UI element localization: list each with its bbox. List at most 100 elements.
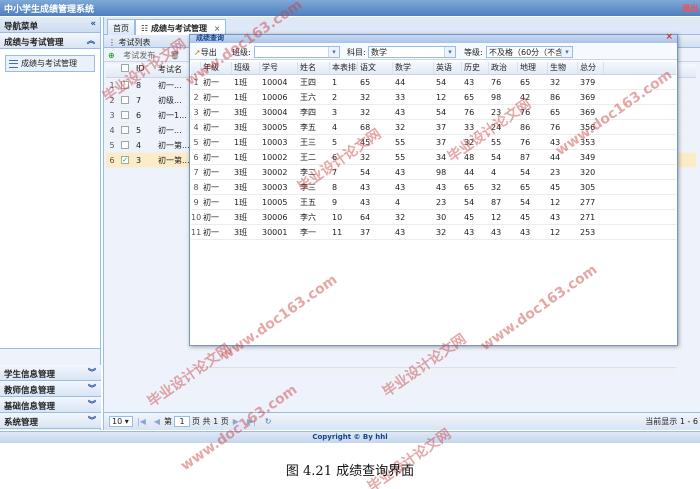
column-header[interactable]: 班级 <box>232 62 260 74</box>
table-cell: 9 <box>332 197 338 207</box>
table-cell: 李六 <box>300 212 316 222</box>
column-header[interactable]: 英语 <box>434 62 462 74</box>
chevron-down-icon[interactable]: ▾ <box>444 47 455 57</box>
page-info: 当前显示 1 - 6 <box>645 417 698 426</box>
chevron-down-icon[interactable]: ︾ <box>88 399 96 410</box>
table-cell: 379 <box>580 77 596 87</box>
dialog-titlebar[interactable]: 成绩查询 × <box>190 32 677 43</box>
tab-home[interactable]: 首页 <box>107 19 135 35</box>
table-cell: 李五 <box>300 122 316 132</box>
column-header[interactable]: 姓名 <box>298 62 330 74</box>
table-row[interactable]: 3 初一 3班 30004 李四 3 32 43 54 76 23 76 65 369 <box>191 105 676 120</box>
table-cell: 6 <box>332 152 338 162</box>
table-cell: 353 <box>580 137 596 147</box>
table-cell: 7 <box>332 167 338 177</box>
accordion-header-base[interactable]: 基础信息管理 ︾ <box>0 397 101 413</box>
chevron-down-icon[interactable]: ▾ <box>561 47 572 57</box>
table-cell: 30005 <box>262 122 288 132</box>
chevron-down-icon[interactable]: ︾ <box>88 383 96 394</box>
sidebar-item-score-exam[interactable]: 成绩与考试管理 <box>5 55 95 72</box>
column-header[interactable]: 语文 <box>358 62 393 74</box>
column-header[interactable]: 年级 <box>201 62 232 74</box>
column-header[interactable]: 生物 <box>548 62 578 74</box>
page-number-input[interactable]: 1 <box>174 416 191 427</box>
horizontal-scrollbar[interactable] <box>191 367 676 375</box>
row-number-header <box>191 62 201 74</box>
table-cell: 76 <box>464 107 475 117</box>
table-cell: 54 <box>520 197 531 207</box>
row-checkbox[interactable] <box>118 111 132 119</box>
chevron-down-icon[interactable]: ▾ <box>328 47 339 57</box>
column-header[interactable]: 历史 <box>462 62 489 74</box>
table-row[interactable]: 2 初一 1班 10006 王六 2 32 33 12 65 98 42 86 369 <box>191 90 676 105</box>
last-page-icon[interactable]: ▶| <box>247 417 256 426</box>
pagination-bar: 10 ▾ |◀ ◀ 第 1 页 共 1 页 ▶ ▶| ↻ 当前显示 1 - 6 <box>104 412 700 430</box>
refresh-icon[interactable]: ↻ <box>265 417 272 426</box>
table-row[interactable]: 6 初一 1班 10002 王二 6 32 55 34 48 54 87 44 349 <box>191 150 676 165</box>
prev-page-icon[interactable]: ◀ <box>154 417 160 426</box>
table-cell: 86 <box>550 92 561 102</box>
table-row[interactable]: 9 初一 1班 10005 王五 9 43 4 23 54 87 54 12 277 <box>191 195 676 210</box>
row-checkbox[interactable] <box>118 126 132 134</box>
accordion-header-teacher[interactable]: 教师信息管理 ︾ <box>0 381 101 397</box>
accordion-header-score[interactable]: 成绩与考试管理 ︽ <box>0 33 100 49</box>
column-header-id[interactable]: ID <box>132 64 158 77</box>
accordion-header-system[interactable]: 系统管理 ︾ <box>0 413 101 429</box>
close-icon[interactable]: × <box>665 32 673 42</box>
table-row[interactable]: 8 初一 3班 30003 李三 8 43 43 43 65 32 65 45 305 <box>191 180 676 195</box>
accordion-header-student[interactable]: 学生信息管理 ︾ <box>0 365 101 381</box>
column-header[interactable]: 本表排名 <box>330 62 358 74</box>
table-cell: 55 <box>491 137 502 147</box>
accordion-title: 基础信息管理 <box>4 402 56 412</box>
close-icon[interactable]: × <box>214 24 221 33</box>
select-all-checkbox[interactable] <box>118 64 132 77</box>
table-cell: 54 <box>520 167 531 177</box>
column-header[interactable]: 政治 <box>489 62 518 74</box>
table-row[interactable]: 5 初一 1班 10003 王三 5 45 55 37 32 55 76 43 353 <box>191 135 676 150</box>
chevron-down-icon[interactable]: ︾ <box>88 367 96 378</box>
table-row[interactable]: 10 初一 3班 30006 李六 10 64 32 30 45 12 45 43 271 <box>191 210 676 225</box>
list-icon: ☷ <box>141 24 151 33</box>
table-row[interactable]: 7 初一 3班 30002 李二 7 54 43 98 44 4 54 23 320 <box>191 165 676 180</box>
table-cell: 30 <box>436 212 447 222</box>
chevron-down-icon[interactable]: ︾ <box>88 415 96 426</box>
column-header[interactable]: 学号 <box>260 62 298 74</box>
table-cell: 43 <box>464 227 475 237</box>
subject-select[interactable]: 数学 ▾ <box>368 46 456 58</box>
grade-select[interactable]: ▾ <box>254 46 340 58</box>
table-cell: 11 <box>332 227 343 237</box>
row-number: 8 <box>193 182 199 192</box>
level-select[interactable]: 不及格（60分（不含） ▾ <box>486 46 573 58</box>
first-page-icon[interactable]: |◀ <box>137 417 146 426</box>
logout-link[interactable]: 退出 <box>682 3 698 14</box>
publish-button[interactable]: ⊕ 考试发布 <box>108 51 161 60</box>
table-cell: 43 <box>550 212 561 222</box>
page-size-select[interactable]: 10 ▾ <box>109 416 133 427</box>
table-cell: 65 <box>520 77 531 87</box>
export-button[interactable]: ➚导出 <box>194 47 217 58</box>
chevron-up-icon[interactable]: ︽ <box>87 35 95 46</box>
column-header[interactable]: 地理 <box>518 62 548 74</box>
table-row[interactable]: 4 初一 3班 30005 李五 4 68 32 37 33 24 86 76 356 <box>191 120 676 135</box>
row-checkbox[interactable] <box>118 96 132 104</box>
table-cell: 30001 <box>262 227 288 237</box>
table-row[interactable]: 11 初一 3班 30001 李一 11 37 43 32 43 43 43 12 253 <box>191 225 676 240</box>
table-cell: 65 <box>520 182 531 192</box>
table-cell: 65 <box>464 182 475 192</box>
next-page-icon[interactable]: ▶ <box>233 417 239 426</box>
collapse-icon[interactable]: « <box>91 19 97 29</box>
accordion-collapsed-list: 学生信息管理 ︾ 教师信息管理 ︾ 基础信息管理 ︾ 系统管理 ︾ <box>0 365 101 429</box>
row-checkbox[interactable] <box>118 141 132 149</box>
level-select-value: 不及格（60分（不含） <box>489 48 572 57</box>
row-number: 1 <box>109 80 115 90</box>
column-header[interactable]: 总分 <box>578 62 604 74</box>
column-header[interactable]: 数学 <box>393 62 434 74</box>
table-cell: 10 <box>332 212 343 222</box>
table-cell: 3班 <box>234 212 248 222</box>
table-cell: 初一 <box>203 227 219 237</box>
table-row[interactable]: 1 初一 1班 10004 王四 1 65 44 54 43 76 65 32 379 <box>191 75 676 90</box>
table-cell: 32 <box>395 212 406 222</box>
row-checkbox[interactable] <box>118 81 132 89</box>
table-cell: 369 <box>580 107 596 117</box>
row-checkbox[interactable]: ✓ <box>118 156 132 164</box>
